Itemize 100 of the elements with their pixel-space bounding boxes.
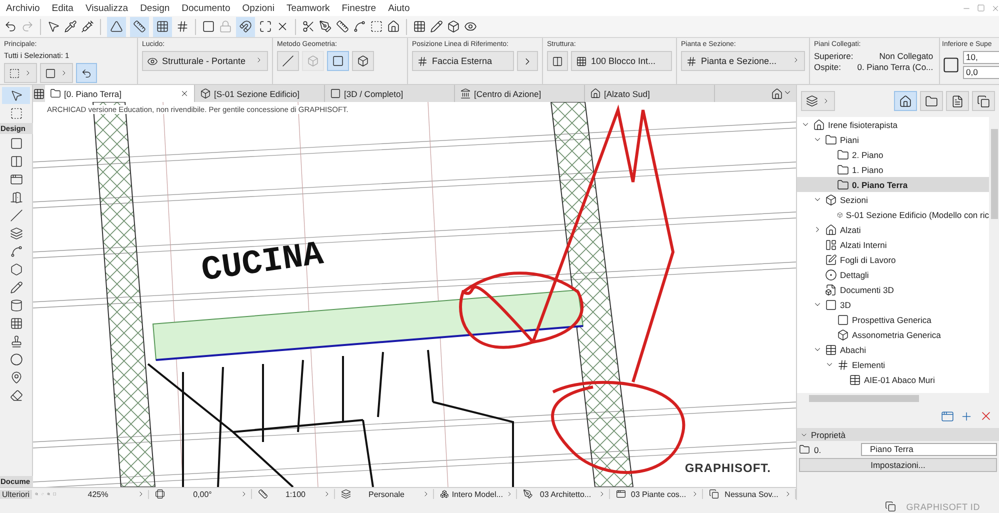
box-icon: [447, 20, 460, 33]
tree-item[interactable]: Documenti 3D: [797, 282, 989, 297]
geometry-button[interactable]: [327, 51, 349, 71]
tree-item[interactable]: 0. Piano Terra: [797, 177, 989, 192]
tree-item[interactable]: Abachi: [797, 342, 989, 357]
layer-dropdown[interactable]: Strutturale - Portante: [142, 51, 268, 71]
tree-item[interactable]: 2. Piano: [797, 147, 989, 162]
menu-item[interactable]: Aiuto: [388, 2, 410, 14]
toolbar-button[interactable]: [236, 16, 255, 36]
tree-item[interactable]: Piani: [797, 132, 989, 147]
menu-item[interactable]: Finestre: [342, 2, 376, 14]
status-control[interactable]: Intero Model...: [437, 489, 517, 499]
view-tab[interactable]: [0. Piano Terra]: [45, 85, 195, 102]
tree-item[interactable]: AIE-01 Abaco Muri: [797, 372, 989, 387]
undo-icon: [4, 20, 17, 33]
caret-icon: [506, 490, 513, 498]
caret-icon: [422, 490, 430, 498]
house-icon: [813, 118, 825, 130]
plan-section-dropdown[interactable]: Pianta e Sezione...: [681, 51, 805, 71]
navigator-view-button[interactable]: [920, 91, 943, 111]
structure-type-button[interactable]: [547, 51, 568, 71]
scrollbar-thumb[interactable]: [809, 395, 919, 402]
status-control[interactable]: Personale: [338, 489, 434, 499]
input-field[interactable]: 10,: [963, 51, 999, 64]
tool-button[interactable]: [2, 87, 30, 104]
scrollbar-thumb[interactable]: [990, 129, 998, 219]
menu-item[interactable]: Documento: [182, 2, 230, 14]
rotate-button[interactable]: [76, 63, 97, 83]
marquee-button[interactable]: [40, 63, 73, 83]
geometry-button[interactable]: [352, 51, 374, 71]
reference-dropdown[interactable]: Faccia Esterna: [412, 51, 514, 71]
document-icon: [825, 284, 837, 296]
status-control[interactable]: 1:100: [255, 489, 335, 499]
ruler-icon: [133, 20, 146, 33]
cross-icon: [276, 20, 289, 33]
syringe-icon: [81, 20, 94, 33]
tree-item[interactable]: Assonometria Generica: [797, 327, 989, 342]
toolbar-button[interactable]: [153, 16, 172, 36]
field-label: Ospite:: [814, 62, 842, 72]
zoom-control[interactable]: 425%: [59, 490, 149, 498]
caret-icon: [240, 490, 248, 498]
tree-item[interactable]: Alzati Interni: [797, 237, 989, 252]
panel-title: Proprietà: [811, 430, 846, 440]
tree-item[interactable]: Fogli di Lavoro: [797, 252, 989, 267]
pen-icon: [319, 20, 332, 33]
toolbar-button[interactable]: [107, 16, 126, 36]
tree-item[interactable]: S-01 Sezione Edificio (Modello con ric: [797, 207, 989, 222]
tree-item[interactable]: Sezioni: [797, 192, 989, 207]
hash-icon: [176, 20, 189, 33]
scissors-icon: [302, 20, 315, 33]
menu-item[interactable]: Design: [140, 2, 170, 14]
cube-icon: [837, 328, 849, 340]
tree-item[interactable]: 3D: [797, 297, 989, 312]
caret-icon: [691, 490, 699, 498]
settings-button[interactable]: Impostazioni...: [799, 458, 997, 472]
hatch-icon: [686, 56, 697, 66]
caret-icon: [784, 490, 792, 498]
sheet-icon: [951, 94, 964, 108]
hatch-icon: [837, 358, 849, 370]
input-field[interactable]: Piano Terra: [861, 443, 997, 456]
copy-icon: [709, 489, 719, 499]
navigator-view-button[interactable]: [894, 91, 917, 111]
field-value: 0. Piano Terra (Co...: [857, 62, 934, 72]
tree-item[interactable]: Prospettiva Generica: [797, 312, 989, 327]
pointer-icon: [10, 89, 22, 102]
menu-item[interactable]: Archivio: [6, 2, 40, 14]
status-control[interactable]: 03 Piante cos...: [613, 489, 703, 499]
more-button[interactable]: Ulteriori: [0, 490, 32, 498]
tree-item[interactable]: Alzati: [797, 222, 989, 237]
delete-icon: [979, 409, 993, 423]
caret-icon: [792, 56, 800, 64]
table-icon: [849, 374, 861, 386]
tree-item[interactable]: Dettagli: [797, 267, 989, 282]
tree-item[interactable]: Elementi: [797, 357, 989, 372]
window-icon: [616, 489, 626, 499]
status-control[interactable]: 03 Architetto...: [520, 489, 610, 499]
house-icon: [590, 88, 601, 99]
menu-item[interactable]: Visualizza: [85, 2, 128, 14]
menu-item[interactable]: Teamwork: [286, 2, 330, 14]
house-icon: [387, 20, 400, 33]
toolbar-button[interactable]: [130, 16, 149, 36]
tree-item[interactable]: Irene fisioterapista: [797, 117, 989, 132]
box-icon: [330, 88, 341, 99]
panel-icon: [825, 238, 837, 250]
grid-icon: [33, 88, 45, 100]
room-label: CUCINA: [199, 236, 326, 291]
menu-item[interactable]: Opzioni: [242, 2, 274, 14]
input-field[interactable]: 0,0: [963, 66, 999, 79]
navigator-menu-button[interactable]: [801, 91, 835, 111]
select-icon: [9, 68, 20, 78]
tree-item[interactable]: 1. Piano: [797, 162, 989, 177]
measure-icon: [336, 20, 349, 33]
material-dropdown[interactable]: 100 Blocco Int...: [571, 51, 672, 71]
close-icon: [180, 89, 189, 98]
navigator-view-button[interactable]: [946, 91, 969, 111]
rotate-icon: [81, 68, 92, 78]
status-control[interactable]: 0,00°: [152, 489, 252, 499]
menu-item[interactable]: Edita: [52, 2, 74, 14]
eye-icon: [464, 20, 477, 33]
navigator-view-button[interactable]: [972, 91, 995, 111]
